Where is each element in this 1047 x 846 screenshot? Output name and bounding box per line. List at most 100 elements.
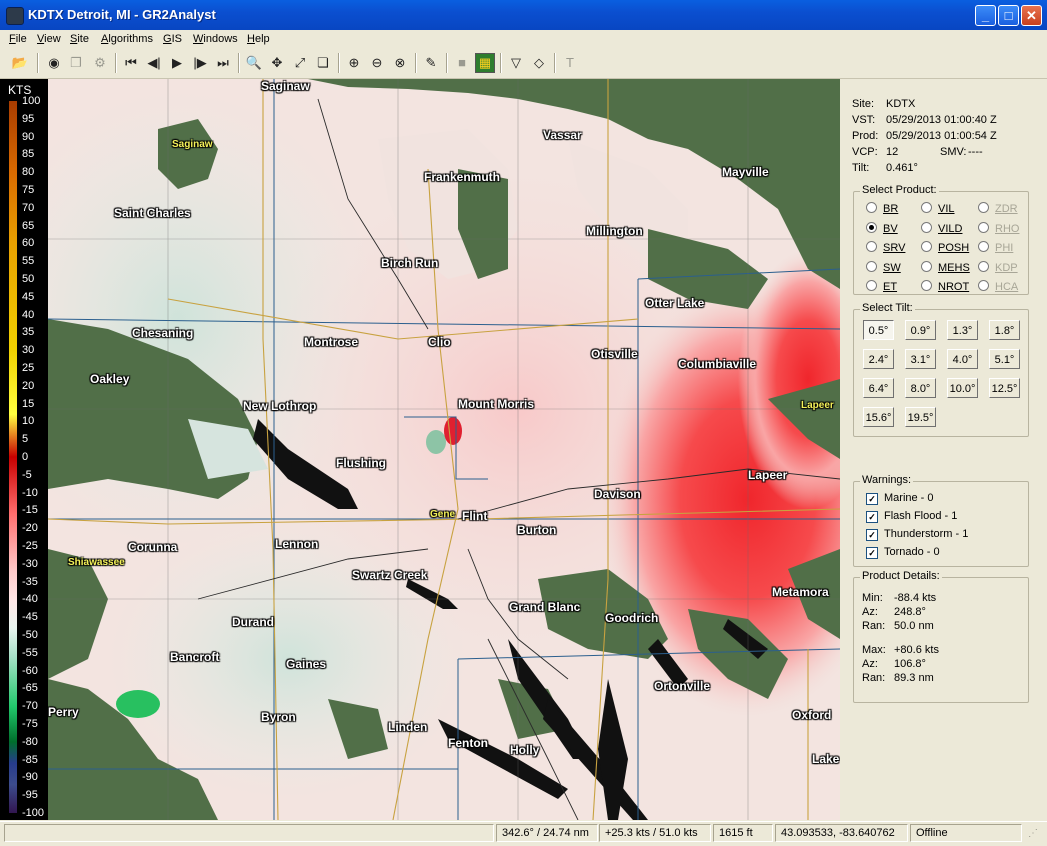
product-radio-sw[interactable]: SW	[866, 260, 901, 274]
open-folder-icon[interactable]: 📂	[10, 53, 30, 73]
city-vassar: Vassar	[543, 128, 582, 142]
play-icon[interactable]: ▶	[167, 53, 187, 73]
zoom-in-icon[interactable]: ⊕	[344, 53, 364, 73]
product-radio-et[interactable]: ET	[866, 280, 897, 293]
city-birch-run: Birch Run	[381, 256, 439, 270]
radio-dot-icon[interactable]	[921, 241, 932, 252]
radar-map[interactable]: Saginaw Saginaw Vassar Frankenmuth Mayvi…	[48, 79, 840, 820]
measure-icon[interactable]: ⤢	[290, 53, 310, 73]
scale-tick: 65	[22, 219, 35, 232]
resize-grip-icon[interactable]: ⋰	[1028, 828, 1042, 842]
scale-tick: -20	[22, 522, 38, 535]
max-row: Max: +80.6 kts	[862, 644, 939, 656]
product-radio-posh[interactable]: POSH	[921, 241, 969, 254]
tilt-button[interactable]: 0.5°	[863, 320, 894, 340]
menu-site[interactable]: Site	[70, 33, 89, 45]
last-frame-icon[interactable]: ⏭	[213, 53, 233, 73]
menu-algorithms[interactable]: Algorithms	[101, 33, 153, 45]
grid-toggle-icon[interactable]: ▦	[475, 53, 495, 73]
product-radio-kdp[interactable]: KDP	[978, 260, 1018, 274]
zoom-reset-icon[interactable]: ⊗	[390, 53, 410, 73]
radio-dot-icon[interactable]	[866, 260, 877, 272]
step-forward-icon[interactable]: |▶	[190, 53, 210, 73]
product-radio-br[interactable]: BR	[866, 202, 898, 215]
product-radio-bv[interactable]: BV	[866, 221, 898, 235]
radio-dot-icon[interactable]	[978, 260, 989, 272]
product-radio-vild[interactable]: VILD	[921, 221, 962, 235]
select-product-title: Select Product:	[860, 184, 939, 196]
product-radio-phi[interactable]: PHI	[978, 241, 1013, 254]
gear-icon[interactable]: ⚙	[90, 53, 110, 73]
warning-tornado[interactable]: ✓ Tornado - 0	[866, 546, 940, 559]
layers-icon[interactable]: ❏	[313, 53, 333, 73]
scale-tick: -35	[22, 575, 38, 588]
checkbox-flash-flood[interactable]: ✓	[866, 511, 878, 523]
product-radio-rho[interactable]: RHO	[978, 221, 1019, 235]
text-tool-icon[interactable]: T	[560, 53, 580, 73]
menu-windows[interactable]: Windows	[193, 33, 238, 45]
tilt-button[interactable]: 4.0°	[947, 349, 978, 369]
warning-flash-flood[interactable]: ✓ Flash Flood - 1	[866, 510, 957, 523]
step-back-icon[interactable]: ◀|	[144, 53, 164, 73]
radio-dot-icon[interactable]	[978, 221, 989, 233]
product-radio-label: PHI	[995, 242, 1014, 254]
square-icon[interactable]: ■	[452, 53, 472, 73]
copy-icon[interactable]: ❐	[66, 53, 86, 73]
tilt-button[interactable]: 19.5°	[905, 407, 936, 427]
tilt-button[interactable]: 10.0°	[947, 378, 978, 398]
tilt-button[interactable]: 1.8°	[989, 320, 1020, 340]
product-radio-nrot[interactable]: NROT	[921, 280, 969, 293]
magnifier-icon[interactable]: 🔍	[244, 53, 264, 73]
tilt-button[interactable]: 8.0°	[905, 378, 936, 398]
tilt-button[interactable]: 1.3°	[947, 320, 978, 340]
menu-view[interactable]: View	[37, 33, 61, 45]
radio-dot-icon[interactable]	[921, 221, 932, 233]
menu-file[interactable]: File	[9, 33, 27, 45]
checkbox-marine[interactable]: ✓	[866, 493, 878, 505]
tilt-button[interactable]: 5.1°	[989, 349, 1020, 369]
radio-dot-icon[interactable]	[978, 241, 989, 252]
tilt-button[interactable]: 2.4°	[863, 349, 894, 369]
warning-thunderstorm[interactable]: ✓ Thunderstorm - 1	[866, 528, 968, 541]
menu-gis[interactable]: GIS	[163, 33, 182, 45]
radio-dot-icon[interactable]	[921, 260, 932, 272]
radio-dot-icon[interactable]	[978, 202, 989, 213]
radio-dot-icon[interactable]	[866, 241, 877, 252]
maximize-button[interactable]: □	[998, 5, 1019, 26]
radio-dot-icon[interactable]	[921, 202, 932, 213]
warning-marine[interactable]: ✓ Marine - 0	[866, 492, 934, 505]
scale-tick: 100	[22, 95, 41, 107]
product-radio-hca[interactable]: HCA	[978, 280, 1018, 293]
radio-dot-icon[interactable]	[921, 280, 932, 291]
tilt-button[interactable]: 0.9°	[905, 320, 936, 340]
radio-dot-icon[interactable]	[978, 280, 989, 291]
product-radio-vil[interactable]: VIL	[921, 202, 955, 215]
tilt-button[interactable]: 12.5°	[989, 378, 1020, 398]
first-frame-icon[interactable]: ⏮	[121, 53, 141, 73]
zoom-out-icon[interactable]: ⊖	[367, 53, 387, 73]
wand-icon[interactable]: ✎	[421, 53, 441, 73]
close-button[interactable]: ✕	[1021, 5, 1042, 26]
product-radio-mehs[interactable]: MEHS	[921, 260, 970, 274]
tilt-button[interactable]: 3.1°	[905, 349, 936, 369]
product-radio-srv[interactable]: SRV	[866, 241, 905, 254]
city-otisville: Otisville	[591, 347, 638, 361]
product-radio-zdr[interactable]: ZDR	[978, 202, 1018, 215]
city-ortonville: Ortonville	[654, 679, 711, 693]
pan-icon[interactable]: ✥	[267, 53, 287, 73]
tilt-button[interactable]: 15.6°	[863, 407, 894, 427]
radio-dot-icon[interactable]	[866, 202, 877, 213]
radio-dot-icon[interactable]	[866, 221, 877, 233]
tilt-row: Tilt: 0.461°	[852, 162, 918, 174]
scale-gradient	[9, 101, 17, 813]
checkbox-tornado[interactable]: ✓	[866, 547, 878, 559]
checkbox-thunderstorm[interactable]: ✓	[866, 529, 878, 541]
product-radio-label: POSH	[938, 242, 970, 254]
radio-dot-icon[interactable]	[866, 280, 877, 291]
globe-icon[interactable]: ◉	[44, 53, 64, 73]
diamond-icon[interactable]: ◇	[529, 53, 549, 73]
funnel-icon[interactable]: ▽	[506, 53, 526, 73]
tilt-button[interactable]: 6.4°	[863, 378, 894, 398]
minimize-button[interactable]: _	[975, 5, 996, 26]
menu-help[interactable]: Help	[247, 33, 270, 45]
